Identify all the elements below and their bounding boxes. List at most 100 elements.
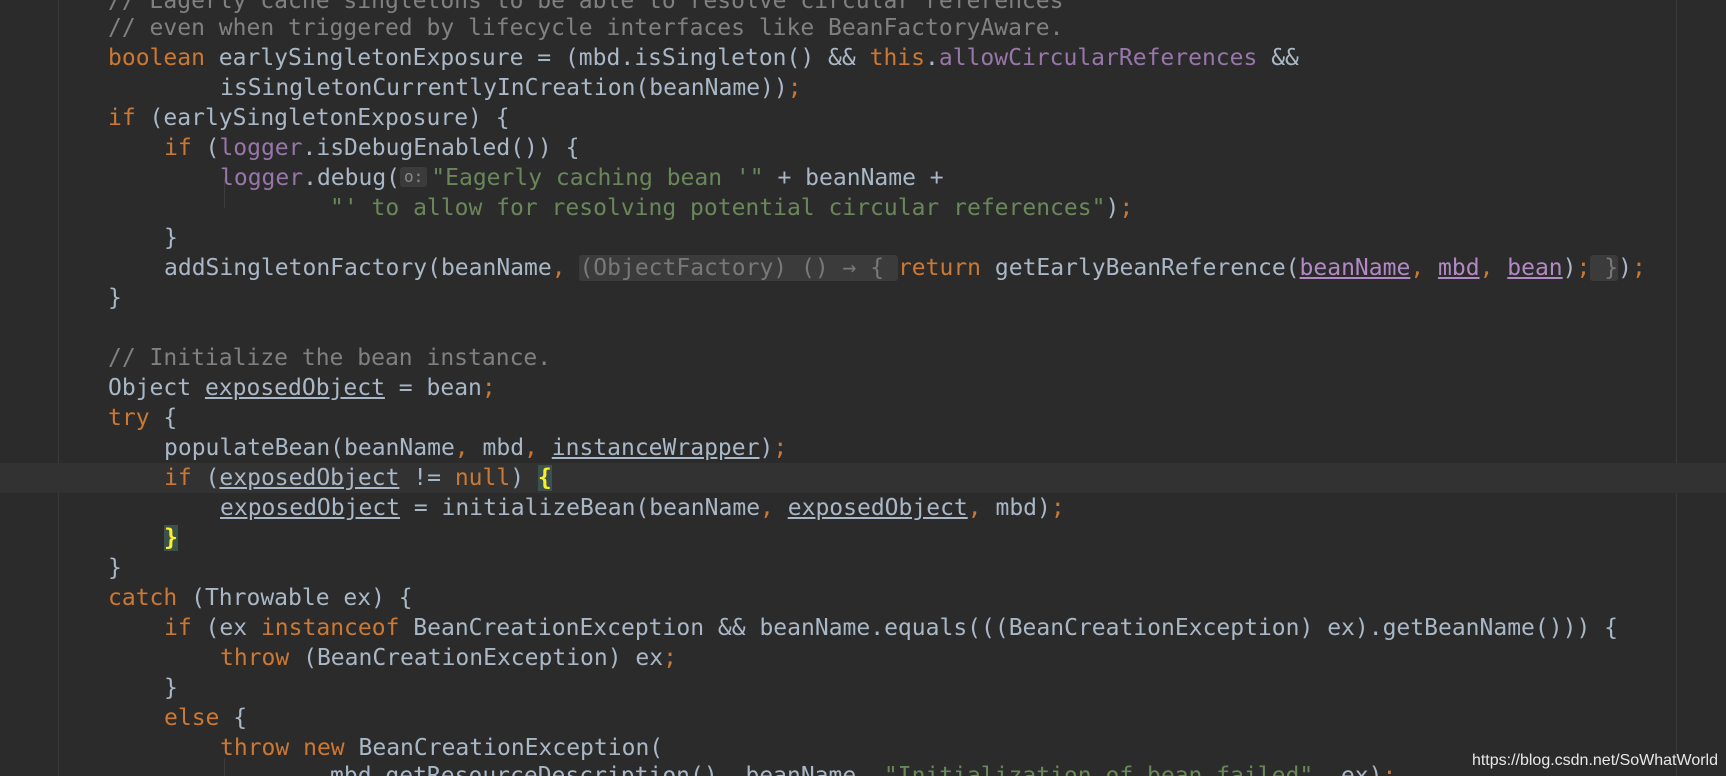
code-token: null xyxy=(454,465,511,491)
code-token: BeanCreationException( xyxy=(344,735,664,761)
code-token: ; xyxy=(787,75,802,101)
code-token: new xyxy=(303,735,345,761)
code-line[interactable]: mbd.getResourceDescription(), beanName, … xyxy=(0,761,1726,776)
code-token: (BeanCreationException) ex xyxy=(289,645,664,671)
code-token: instanceWrapper xyxy=(551,435,760,461)
watermark: https://blog.csdn.net/SoWhatWorld xyxy=(1471,752,1718,769)
code-line[interactable]: addSingletonFactory(beanName, (ObjectFac… xyxy=(0,253,1726,283)
code-token: populateBean(beanName xyxy=(164,435,455,461)
code-line[interactable]: } xyxy=(0,553,1726,583)
code-line[interactable]: logger.debug(o: "Eagerly caching bean '" … xyxy=(0,163,1726,193)
code-token: (Throwable ex) { xyxy=(177,585,413,611)
code-token: bean xyxy=(1507,255,1563,281)
code-token: ) xyxy=(1562,255,1577,281)
code-token: { xyxy=(149,405,178,431)
code-token: + beanName + xyxy=(763,165,944,191)
code-line[interactable]: else { xyxy=(0,703,1726,733)
code-token: ) xyxy=(1618,255,1632,281)
code-token: .debug( xyxy=(303,165,401,191)
code-token: , xyxy=(1313,763,1341,776)
code-line[interactable]: } xyxy=(0,523,1726,553)
code-token: if xyxy=(164,135,192,161)
code-token: throw xyxy=(220,735,290,761)
code-line[interactable]: if (earlySingletonExposure) { xyxy=(0,103,1726,133)
code-token: (ex xyxy=(191,615,261,641)
code-token: && xyxy=(1257,45,1299,71)
code-token: exposedObject xyxy=(204,375,385,401)
code-token: = bean xyxy=(384,375,482,401)
code-token: isSingletonCurrentlyInCreation(beanName)… xyxy=(220,75,788,101)
code-token: ) xyxy=(1105,195,1120,221)
code-line[interactable]: if (exposedObject != null) { xyxy=(0,463,1726,493)
code-token: ; xyxy=(1382,763,1397,776)
code-token: , xyxy=(1479,255,1508,281)
code-token: "Initialization of bean failed" xyxy=(883,763,1314,776)
code-line[interactable]: "' to allow for resolving potential circ… xyxy=(0,193,1726,223)
code-line[interactable]: catch (Throwable ex) { xyxy=(0,583,1726,613)
code-token: , xyxy=(551,255,580,281)
code-token: boolean xyxy=(108,45,205,71)
code-token: catch xyxy=(108,585,178,611)
code-token: , xyxy=(1410,255,1439,281)
code-line[interactable]: boolean earlySingletonExposure = (mbd.is… xyxy=(0,43,1726,73)
code-line[interactable]: Object exposedObject = bean; xyxy=(0,373,1726,403)
code-token: } xyxy=(164,525,178,551)
code-token: ex) xyxy=(1340,763,1383,776)
code-token: { xyxy=(537,465,552,491)
code-token: instanceof xyxy=(260,615,400,641)
code-line[interactable]: } xyxy=(0,673,1726,703)
code-token: logger xyxy=(220,165,304,191)
code-token: , xyxy=(760,495,788,521)
code-token: ; xyxy=(1050,495,1065,521)
code-line[interactable]: populateBean(beanName, mbd, instanceWrap… xyxy=(0,433,1726,463)
code-token: ) xyxy=(510,465,538,491)
code-line[interactable]: // Initialize the bean instance. xyxy=(0,343,1726,373)
code-token: else xyxy=(164,705,220,731)
folded-lambda: (ObjectFactory) () → { xyxy=(579,255,898,281)
code-token: if xyxy=(108,105,136,131)
folded-lambda: } xyxy=(1590,255,1619,281)
code-line[interactable]: try { xyxy=(0,403,1726,433)
code-area[interactable]: // Eagerly cache singletons to be able t… xyxy=(0,0,1726,776)
code-line[interactable]: } xyxy=(0,223,1726,253)
code-token: allowCircularReferences xyxy=(938,45,1258,71)
code-line[interactable]: if (logger.isDebugEnabled()) { xyxy=(0,133,1726,163)
code-token: ; xyxy=(663,645,677,671)
code-token: if xyxy=(164,615,192,641)
code-token: return xyxy=(897,255,982,281)
code-token: } xyxy=(108,285,122,311)
code-editor[interactable]: // Eagerly cache singletons to be able t… xyxy=(0,0,1726,776)
code-token: = initializeBean(beanName xyxy=(400,495,761,521)
code-line[interactable]: exposedObject = initializeBean(beanName,… xyxy=(0,493,1726,523)
code-token: . xyxy=(925,45,939,71)
code-token: ; xyxy=(481,375,496,401)
code-token: "Eagerly caching bean '" xyxy=(431,165,764,191)
code-token: getEarlyBeanReference( xyxy=(981,255,1300,281)
code-token: mbd.getResourceDescription() xyxy=(330,763,718,776)
code-line[interactable]: // even when triggered by lifecycle inte… xyxy=(0,13,1726,43)
code-token: logger xyxy=(219,135,303,161)
code-line[interactable]: } xyxy=(0,283,1726,313)
code-token: try xyxy=(108,405,150,431)
code-token: beanName xyxy=(745,763,857,776)
code-token: ; xyxy=(773,435,788,461)
code-token: throw xyxy=(220,645,290,671)
code-token: } xyxy=(108,555,122,581)
code-line[interactable]: throw new BeanCreationException( xyxy=(0,733,1726,763)
code-line[interactable]: throw (BeanCreationException) ex; xyxy=(0,643,1726,673)
code-token: , xyxy=(717,763,746,776)
code-line[interactable]: if (ex instanceof BeanCreationException … xyxy=(0,613,1726,643)
code-token: } xyxy=(164,225,178,251)
code-token: BeanCreationException && beanName.equals… xyxy=(399,615,1618,641)
parameter-hint: o: xyxy=(400,167,428,187)
code-token: , xyxy=(967,495,996,521)
code-token: earlySingletonExposure = (mbd.isSingleto… xyxy=(204,45,870,71)
code-token: // even when triggered by lifecycle inte… xyxy=(108,15,1064,41)
code-token: , xyxy=(454,435,483,461)
code-token: addSingletonFactory(beanName xyxy=(164,255,552,281)
code-token: , xyxy=(524,435,552,461)
code-line[interactable]: isSingletonCurrentlyInCreation(beanName)… xyxy=(0,73,1726,103)
code-token: "' to allow for resolving potential circ… xyxy=(330,195,1106,221)
code-token: // Eagerly cache singletons to be able t… xyxy=(108,0,1064,14)
